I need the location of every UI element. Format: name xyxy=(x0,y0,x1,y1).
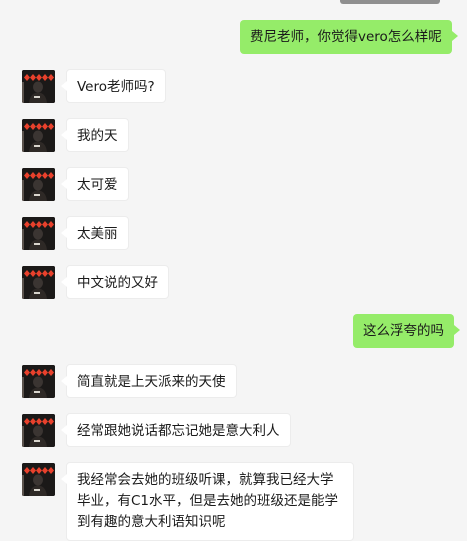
message-bubble-outgoing[interactable]: 费尼老师，你觉得vero怎么样呢 xyxy=(240,20,458,54)
message-bubble-outgoing[interactable]: 这么浮夸的吗 xyxy=(353,314,460,348)
message-bubble-incoming[interactable]: 太可爱 xyxy=(61,167,129,201)
contact-avatar-icon[interactable] xyxy=(22,266,55,299)
avatar-image xyxy=(22,365,55,398)
avatar-image xyxy=(22,70,55,103)
message-bubble-incoming[interactable]: 经常跟她说话都忘记她是意大利人 xyxy=(61,413,291,447)
avatar-image xyxy=(22,119,55,152)
contact-avatar-icon[interactable] xyxy=(22,414,55,447)
message-bubble-incoming[interactable]: 中文说的又好 xyxy=(61,265,169,299)
contact-avatar-icon[interactable] xyxy=(22,217,55,250)
avatar-image xyxy=(22,266,55,299)
previous-message-edge xyxy=(340,0,440,4)
contact-avatar-icon[interactable] xyxy=(22,119,55,152)
message-line: 我经常会去她的班级听课，就算我已经大学 xyxy=(77,472,334,488)
message-bubble-incoming[interactable]: 太美丽 xyxy=(61,216,129,250)
contact-avatar-icon[interactable] xyxy=(22,70,55,103)
contact-avatar-icon[interactable] xyxy=(22,463,55,496)
contact-avatar-icon[interactable] xyxy=(22,168,55,201)
message-bubble-incoming[interactable]: Vero老师吗? xyxy=(61,69,166,103)
contact-avatar-icon[interactable] xyxy=(22,365,55,398)
message-line: 到有趣的意大利语知识呢 xyxy=(77,514,226,530)
message-bubble-incoming[interactable]: 简直就是上天派来的天使 xyxy=(61,364,237,398)
avatar-image xyxy=(22,463,55,496)
message-bubble-incoming[interactable]: 我的天 xyxy=(61,118,129,152)
message-bubble-incoming[interactable]: 我经常会去她的班级听课，就算我已经大学 毕业，有C1水平，但是去她的班级还是能学… xyxy=(61,462,354,541)
message-line: 毕业，有C1水平，但是去她的班级还是能学 xyxy=(77,493,339,509)
avatar-image xyxy=(22,217,55,250)
avatar-image xyxy=(22,414,55,447)
avatar-image xyxy=(22,168,55,201)
